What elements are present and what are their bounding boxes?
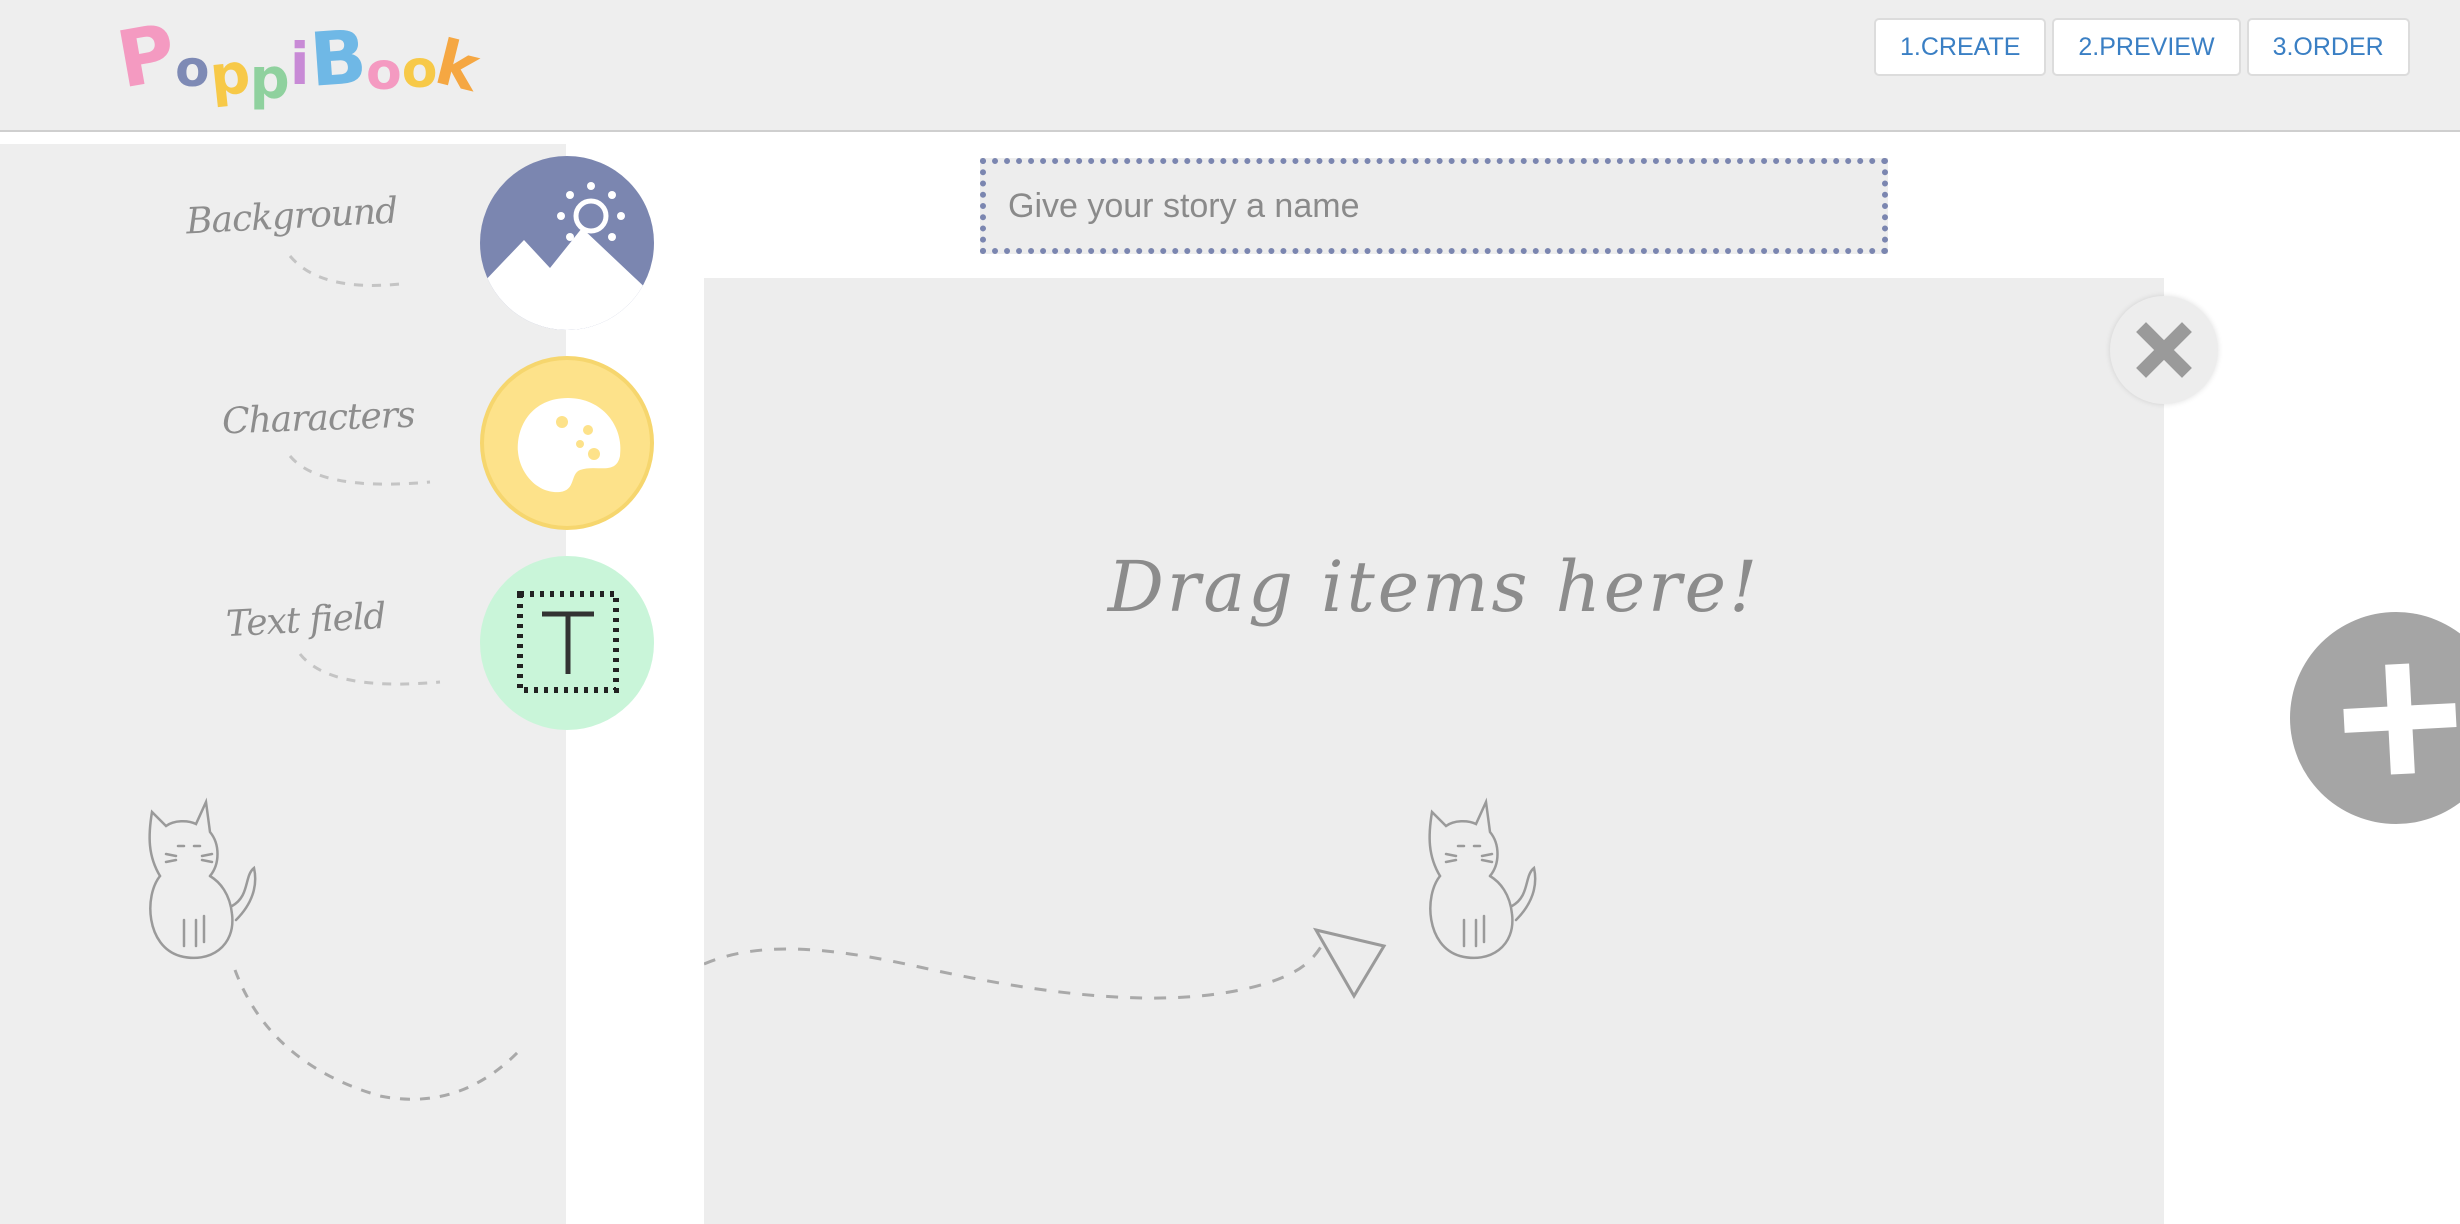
text-field-tool-label: Text field — [225, 595, 387, 646]
logo-letter: i — [289, 30, 310, 98]
remove-page-button[interactable] — [2110, 296, 2218, 404]
logo-letter: p — [206, 41, 253, 110]
characters-tool-button[interactable] — [480, 356, 654, 530]
logo-letter: o — [366, 42, 402, 102]
story-name-input[interactable] — [980, 158, 1888, 254]
logo-letter: o — [175, 40, 210, 98]
background-tool-button[interactable] — [480, 156, 654, 330]
logo-letter: p — [249, 47, 290, 112]
cat-doodle-icon — [1428, 797, 1537, 960]
characters-tool-label: Characters — [221, 394, 416, 443]
logo-letter: B — [306, 14, 369, 104]
add-page-button[interactable] — [2290, 612, 2460, 824]
text-field-tool-button[interactable] — [480, 556, 654, 730]
top-bar: P o p p i B o o k 1.CREATE 2.PREVIEW 3.O… — [0, 0, 2460, 132]
nav-order-button[interactable]: 3.ORDER — [2246, 18, 2410, 76]
close-icon — [2136, 322, 2192, 378]
cat-doodle-icon — [148, 797, 257, 960]
landscape-icon — [480, 182, 654, 330]
nav-preview-button[interactable]: 2.PREVIEW — [2052, 18, 2241, 76]
logo-letter: k — [429, 25, 487, 106]
plus-icon — [2343, 663, 2457, 775]
poppibook-logo[interactable]: P o p p i B o o k — [111, 8, 487, 112]
palette-icon — [517, 398, 621, 493]
story-page-canvas[interactable]: Drag items here! — [704, 278, 2164, 1224]
logo-letter: P — [110, 7, 183, 107]
canvas-dashes-decoration — [704, 927, 1387, 1000]
sidebar-dashes-decoration — [233, 255, 522, 1101]
step-nav: 1.CREATE 2.PREVIEW 3.ORDER — [1874, 18, 2410, 76]
nav-create-button[interactable]: 1.CREATE — [1874, 18, 2047, 76]
text-field-icon — [517, 591, 619, 693]
